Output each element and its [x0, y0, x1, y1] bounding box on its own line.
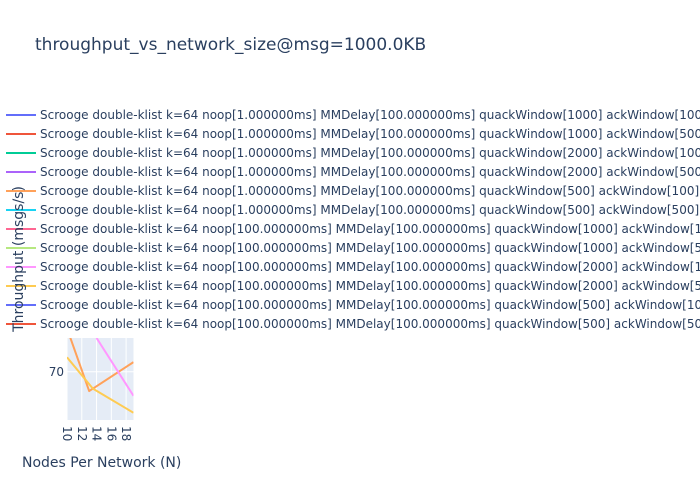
legend-item[interactable]: Scrooge double-klist k=64 noop[1.000000m… — [6, 165, 700, 179]
x-axis-label: Nodes Per Network (N) — [22, 455, 181, 471]
x-tick-label: 16 — [104, 426, 118, 441]
legend-label: Scrooge double-klist k=64 noop[100.00000… — [40, 279, 700, 293]
x-tick-label: 10 — [60, 426, 74, 441]
legend-item[interactable]: Scrooge double-klist k=64 noop[100.00000… — [6, 260, 700, 274]
legend-item[interactable]: Scrooge double-klist k=64 noop[100.00000… — [6, 317, 700, 331]
y-tick-label: 70 — [49, 365, 64, 379]
legend-label: Scrooge double-klist k=64 noop[1.000000m… — [40, 108, 700, 122]
legend[interactable]: Scrooge double-klist k=64 noop[1.000000m… — [6, 108, 700, 331]
legend-item[interactable]: Scrooge double-klist k=64 noop[1.000000m… — [6, 146, 700, 160]
x-tick-label: 12 — [75, 426, 89, 441]
legend-item[interactable]: Scrooge double-klist k=64 noop[1.000000m… — [6, 108, 700, 122]
legend-label: Scrooge double-klist k=64 noop[100.00000… — [40, 298, 700, 312]
legend-item[interactable]: Scrooge double-klist k=64 noop[100.00000… — [6, 298, 700, 312]
legend-label: Scrooge double-klist k=64 noop[100.00000… — [40, 260, 700, 274]
x-tick-labels: 10 12 14 16 18 — [60, 426, 133, 441]
chart: 70 10 12 14 16 18 Scrooge double-klist k=64 … — [6, 35, 700, 471]
chart-title: throughput_vs_network_size@msg=1000.0KB — [35, 35, 426, 55]
legend-label: Scrooge double-klist k=64 noop[100.00000… — [40, 241, 700, 255]
legend-item[interactable]: Scrooge double-klist k=64 noop[100.00000… — [6, 279, 700, 293]
y-axis-label: Throughput (msgs/s) — [11, 186, 27, 333]
legend-label: Scrooge double-klist k=64 noop[1.000000m… — [40, 127, 700, 141]
legend-label: Scrooge double-klist k=64 noop[100.00000… — [40, 222, 700, 236]
legend-label: Scrooge double-klist k=64 noop[1.000000m… — [40, 165, 700, 179]
legend-item[interactable]: Scrooge double-klist k=64 noop[100.00000… — [6, 241, 700, 255]
legend-item[interactable]: Scrooge double-klist k=64 noop[1.000000m… — [6, 203, 699, 217]
legend-label: Scrooge double-klist k=64 noop[1.000000m… — [40, 203, 699, 217]
legend-item[interactable]: Scrooge double-klist k=64 noop[1.000000m… — [6, 127, 700, 141]
x-tick-label: 14 — [90, 426, 104, 441]
legend-item[interactable]: Scrooge double-klist k=64 noop[100.00000… — [6, 222, 700, 236]
legend-item[interactable]: Scrooge double-klist k=64 noop[1.000000m… — [6, 184, 699, 198]
x-tick-label: 18 — [119, 426, 133, 441]
legend-label: Scrooge double-klist k=64 noop[1.000000m… — [40, 184, 699, 198]
legend-label: Scrooge double-klist k=64 noop[1.000000m… — [40, 146, 700, 160]
y-tick-labels: 70 — [49, 365, 64, 379]
legend-label: Scrooge double-klist k=64 noop[100.00000… — [40, 317, 700, 331]
